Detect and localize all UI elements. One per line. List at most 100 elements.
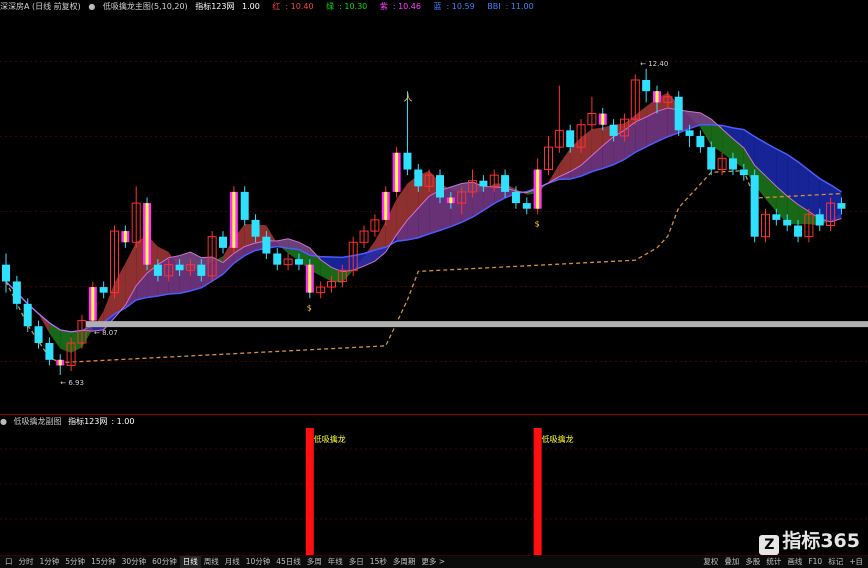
sub-chart-header: ● 低吸擒龙副图 指标123网: 1.00 [0,415,142,429]
candle-down [522,203,531,209]
period-tab-13[interactable]: 年线 [325,556,346,568]
candle-down [240,191,249,220]
candle-down [197,264,206,276]
sub-signal-label: 低吸擒龙 [314,434,346,444]
ribbon-segment [81,329,93,348]
period-tabs: 口分时 1分钟 5分钟 15分钟 30分钟 60分钟 日线 周线 月线 10分钟 45日线 多周 年线多… [2,556,448,568]
candle-down [175,264,184,271]
candle-down [566,130,575,148]
candle-down [219,236,227,248]
period-tab-7[interactable]: 日线 [179,556,201,568]
candle-special-core [145,203,149,265]
sub-indicator-chart[interactable]: 低吸擒龙 低吸擒龙 [0,414,868,556]
candle-down [45,343,54,360]
tool-tab-5[interactable]: F10 [805,556,825,568]
candle-down [772,214,781,220]
bottom-toolbar: 口分时 1分钟 5分钟 15分钟 30分钟 60分钟 日线 周线 月线 10分钟 45日线 多周 年线多… [0,555,868,568]
candle-down [436,175,444,198]
candle-down [739,169,748,176]
period-tab-5[interactable]: 30分钟 [119,556,150,568]
period-tab-17[interactable]: 更多 > [418,556,448,568]
candle-down [294,259,303,265]
sub-signal-bar [305,428,314,556]
tool-tab-2[interactable]: 多股 [742,556,763,568]
label-green: 绿: 10.30 [326,2,368,11]
candle-down [609,124,618,136]
sub-signal-label: 低吸擒龙 [542,434,574,444]
trend-band-segment [700,112,712,125]
period-tab-12[interactable]: 多周 [304,556,325,568]
ribbon-segment [60,329,72,353]
candle-down [414,169,423,187]
candle-down [696,135,705,148]
period-tab-11[interactable]: 45日线 [273,556,304,568]
stock-title[interactable]: 深深房A (日线 前复权) [0,2,81,11]
candle-special-core [123,231,127,243]
indicator-name[interactable]: 低吸擒龙主图(5,10,20) [103,2,188,11]
candle-down [273,253,282,265]
trend-band-segment [179,252,191,294]
label-bbi: BBI: 11.00 [487,2,534,11]
candle-special-core [655,91,659,103]
tool-tab-7[interactable]: +自 [846,556,866,568]
period-tab-9[interactable]: 月线 [222,556,243,568]
period-tab-14[interactable]: 多日 [346,556,367,568]
money-bag-icon: $ [307,303,312,312]
trend-band-segment [450,183,462,227]
period-tab-6[interactable]: 60分钟 [149,556,180,568]
money-bag-icon: $ [535,219,540,228]
tool-tab-6[interactable]: 标记 [825,556,846,568]
candle-special-core [536,169,540,209]
candle-special-core [601,113,605,125]
signal-person-icon: 人 [403,93,412,104]
candle-down [12,281,21,304]
support-label: ← 8.07 [94,329,118,337]
low-label: ← 6.93 [60,379,84,387]
tool-tabs: 复权 叠加 多股 统计 画线 F10 标记 +自 [700,556,866,568]
tool-tab-4[interactable]: 画线 [784,556,805,568]
candle-down [642,79,651,92]
tool-tab-1[interactable]: 叠加 [721,556,742,568]
candle-special-core [384,191,388,220]
candle-special-core [58,359,62,366]
period-tab-15[interactable]: 15秒 [367,556,390,568]
candle-special-core [232,191,236,248]
period-tab-2[interactable]: 1分钟 [37,556,63,568]
candle-down [674,96,683,131]
watermark-logo-icon: Z [759,535,780,555]
tool-tab-0[interactable]: 复权 [700,556,721,568]
candle-down [837,203,846,209]
tool-tab-3[interactable]: 统计 [763,556,784,568]
candle-down [707,147,716,170]
candle-down [815,214,824,226]
candle-down [262,236,271,254]
trend-band-segment [657,107,668,142]
watermark-text: 指标365 [782,530,860,552]
candle-down [750,175,759,237]
candle-down [2,264,10,282]
label-blue: 蓝: 10.59 [433,2,475,11]
period-tab-1[interactable]: 分时 [16,556,37,568]
main-candlestick-chart[interactable]: ← 8.07 ← 12.40 ← 6.93 人 $ $ [0,14,868,414]
period-tab-8[interactable]: 周线 [201,556,222,568]
candle-down [23,303,32,327]
candle-down [34,326,43,344]
period-tab-0[interactable]: 口 [2,556,16,568]
period-tab-16[interactable]: 多周期 [390,556,419,568]
candle-special-core [308,264,312,293]
candle-down [511,191,520,204]
label-red: 红: 10.40 [272,2,314,11]
trend-band-segment [461,182,473,223]
watermark-logo: Z 指标365 [759,526,860,555]
period-tab-10[interactable]: 10分钟 [243,556,274,568]
sub-signal-bar [533,428,542,556]
label-indicator: 指标123网 1.00 [195,2,260,11]
period-tab-4[interactable]: 15分钟 [88,556,119,568]
candle-down [99,287,108,293]
trend-band-segment [342,255,354,272]
period-tab-3[interactable]: 5分钟 [62,556,88,568]
candle-special-core [449,197,453,204]
support-bar [86,321,868,328]
high-label: ← 12.40 [640,60,668,68]
sub-chart-title[interactable]: 低吸擒龙副图 [14,417,62,426]
